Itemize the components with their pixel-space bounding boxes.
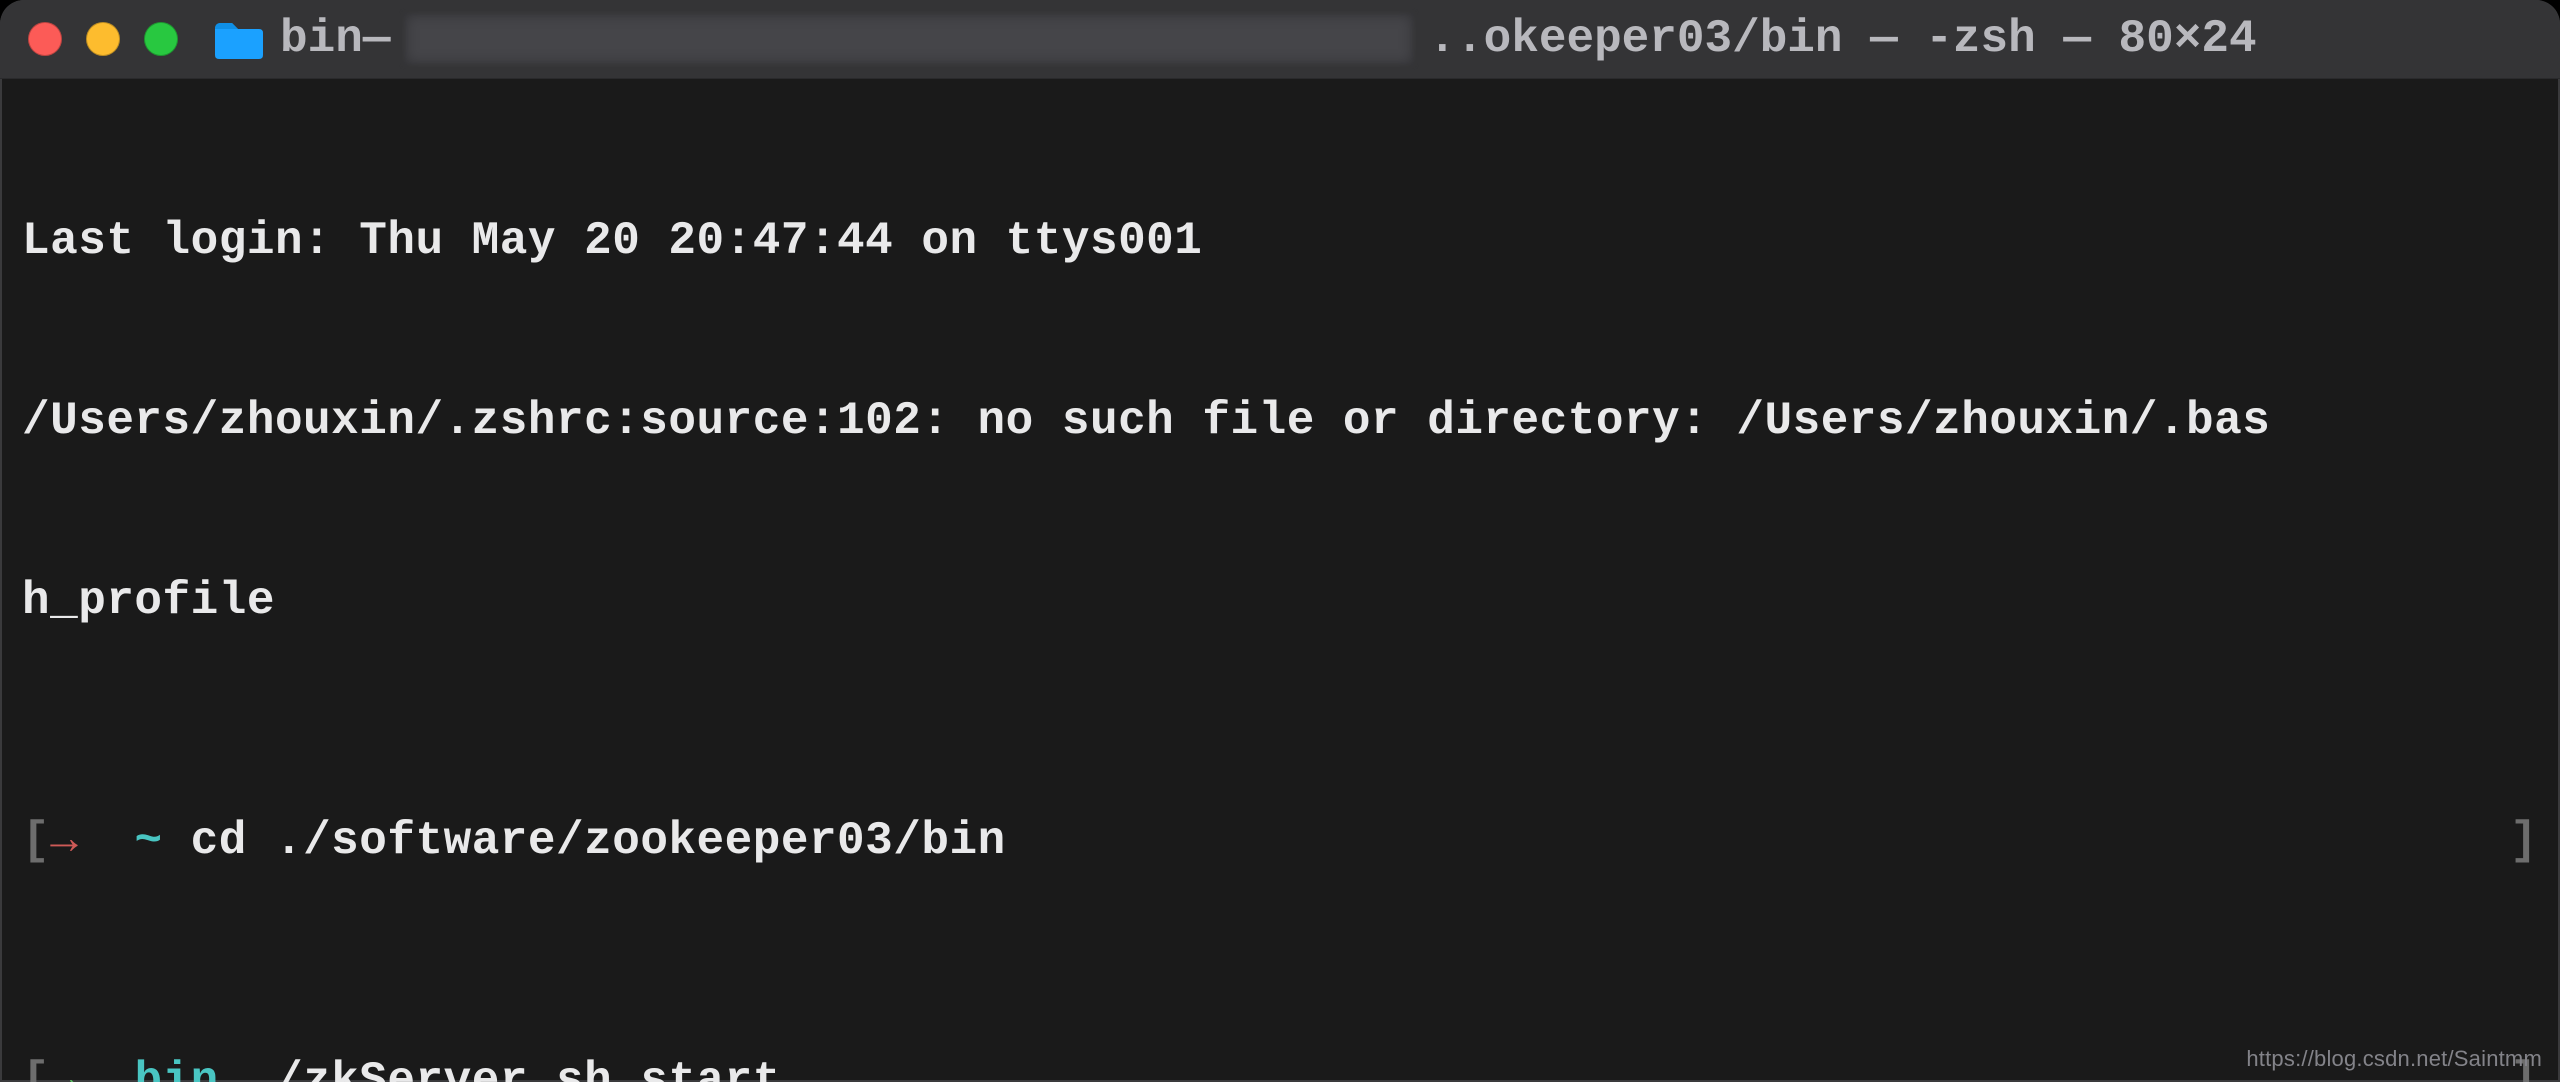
output-line: /Users/zhouxin/.zshrc:source:102: no suc…	[22, 391, 2270, 451]
bracket-right: ]	[2510, 811, 2538, 871]
prompt-location: bin	[134, 1051, 218, 1082]
zoom-icon[interactable]	[144, 22, 178, 56]
command-text: cd ./software/zookeeper03/bin	[191, 811, 1006, 871]
arrow-icon: →	[50, 811, 78, 871]
arrow-icon: →	[50, 1051, 78, 1082]
window-controls	[28, 22, 178, 56]
output-line: h_profile	[22, 571, 275, 631]
close-icon[interactable]	[28, 22, 62, 56]
watermark: https://blog.csdn.net/Saintmm	[2246, 1046, 2542, 1072]
terminal-window: bin — ..okeeper03/bin — -zsh — 80×24 Las…	[0, 0, 2560, 1082]
minimize-icon[interactable]	[86, 22, 120, 56]
command-text: ./zkServer.sh start	[247, 1051, 781, 1082]
folder-icon	[212, 19, 266, 59]
titlebar: bin — ..okeeper03/bin — -zsh — 80×24	[0, 0, 2560, 79]
prompt-location: ~	[134, 811, 162, 871]
prompt-row: [→ ~ cd ./software/zookeeper03/bin]	[22, 811, 2538, 871]
terminal-body[interactable]: Last login: Thu May 20 20:47:44 on ttys0…	[0, 79, 2560, 1082]
title-redacted	[404, 13, 1414, 65]
title-folder: bin	[280, 13, 363, 65]
bracket-left: [	[22, 1051, 50, 1082]
prompt-row: [→ bin ./zkServer.sh start]	[22, 1051, 2538, 1082]
title-tail: ..okeeper03/bin — -zsh — 80×24	[1428, 13, 2256, 65]
window-title: bin — ..okeeper03/bin — -zsh — 80×24	[280, 13, 2532, 65]
title-sep: —	[363, 13, 391, 65]
bracket-left: [	[22, 811, 50, 871]
output-line: Last login: Thu May 20 20:47:44 on ttys0…	[22, 211, 1202, 271]
